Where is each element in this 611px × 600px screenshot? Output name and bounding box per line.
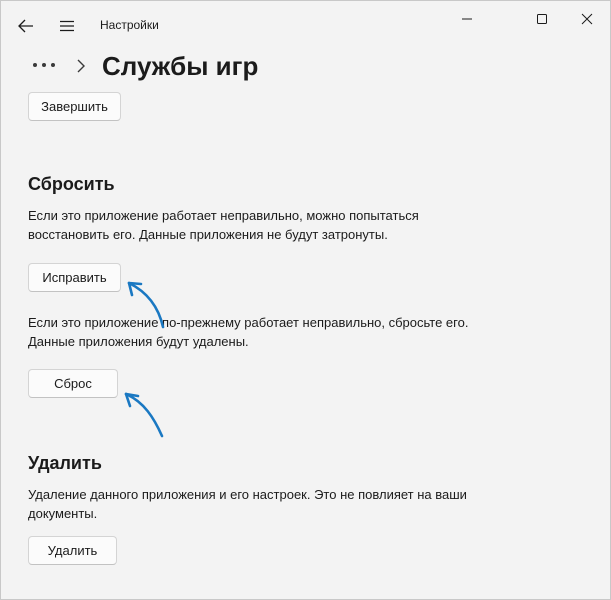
page-header: Службы игр xyxy=(1,49,610,89)
repair-description: Если это приложение работает неправильно… xyxy=(28,208,419,242)
hamburger-menu-icon[interactable] xyxy=(53,13,81,39)
page-title: Службы игр xyxy=(102,51,259,81)
chevron-right-icon xyxy=(73,57,89,75)
title-bar: Настройки xyxy=(1,1,610,49)
minimize-icon[interactable] xyxy=(444,7,490,31)
uninstall-section-title: Удалить xyxy=(28,453,102,473)
reset-description: Если это приложение по-прежнему работает… xyxy=(28,315,469,349)
app-title: Настройки xyxy=(100,18,159,32)
reset-button[interactable]: Сброс xyxy=(28,369,118,398)
finish-button[interactable]: Завершить xyxy=(28,92,121,121)
uninstall-button[interactable]: Удалить xyxy=(28,536,117,565)
back-arrow-icon[interactable] xyxy=(11,13,41,39)
close-icon[interactable] xyxy=(564,7,610,31)
reset-section-title: Сбросить xyxy=(28,174,115,194)
annotation-arrow-icon xyxy=(127,281,165,329)
maximize-icon[interactable] xyxy=(519,7,565,31)
settings-window: Настройки Службы игр Завершить Сбросить … xyxy=(0,0,611,600)
annotation-arrow-icon xyxy=(124,392,164,438)
uninstall-description: Удаление данного приложения и его настро… xyxy=(28,487,467,521)
repair-button[interactable]: Исправить xyxy=(28,263,121,292)
more-icon[interactable] xyxy=(29,57,59,73)
